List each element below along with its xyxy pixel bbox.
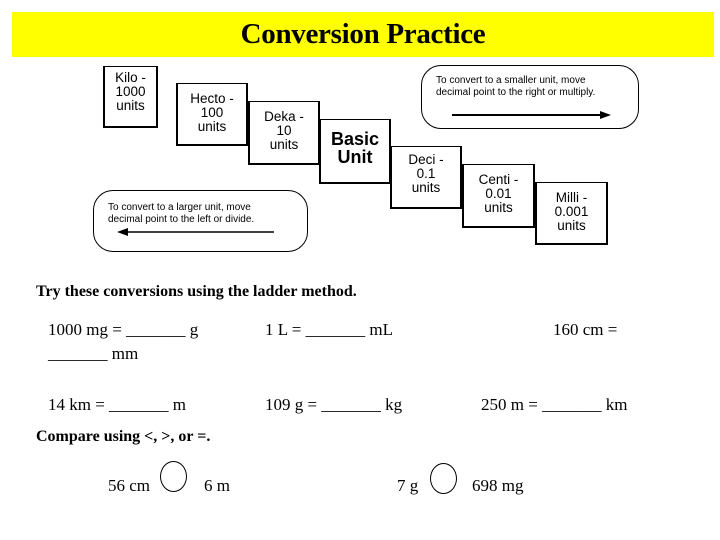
compare-right-value: 698 mg — [472, 476, 524, 495]
ladder-step-basic-unit: Basic Unit — [319, 119, 391, 184]
problem-g-to-kg: 109 g = _______ kg — [265, 395, 403, 414]
ladder-step-centi: Centi - 0.01 units — [462, 164, 535, 228]
problem-m-to-km: 250 m = _______ km — [481, 395, 628, 414]
arrow-right-icon — [452, 111, 611, 119]
problem-mg-to-g: 1000 mg = _______ g — [48, 320, 199, 339]
step-unit: units — [411, 180, 441, 195]
step-value: Unit — [337, 147, 373, 167]
step-prefix: Kilo - — [115, 70, 146, 85]
note-larger-unit: To convert to a larger unit, move decima… — [93, 190, 308, 252]
step-value: 0.001 — [554, 204, 589, 219]
step-prefix: Deka - — [264, 109, 304, 124]
conversions-heading: Try these conversions using the ladder m… — [36, 283, 357, 300]
arrow-left-icon — [117, 228, 274, 236]
compare-left-value: 56 cm — [108, 476, 151, 495]
note-line: decimal point to the right or multiply. — [436, 87, 596, 98]
note-smaller-unit: To convert to a smaller unit, move decim… — [421, 65, 639, 129]
problem-km-to-m: 14 km = _______ m — [48, 395, 187, 414]
note-line: To convert to a smaller unit, move — [436, 75, 586, 86]
compare-heading: Compare using <, >, or =. — [36, 428, 211, 445]
step-prefix: Basic — [330, 129, 380, 149]
compare-left-value: 7 g — [397, 476, 419, 495]
step-prefix: Hecto - — [190, 91, 234, 106]
step-unit: units — [557, 218, 586, 233]
step-value: 100 — [200, 105, 224, 120]
problem-cm-to-mm-answer: _______ mm — [48, 344, 139, 363]
step-prefix: Centi - — [478, 172, 519, 187]
step-unit: units — [484, 200, 513, 215]
step-unit: units — [116, 98, 145, 113]
ladder-step-milli: Milli - 0.001 units — [535, 182, 608, 245]
step-value: 0.1 — [416, 166, 436, 181]
compare-right-value: 6 m — [204, 476, 230, 495]
problem-l-to-ml: 1 L = _______ mL — [265, 320, 393, 339]
answer-circle[interactable] — [160, 461, 187, 492]
step-prefix: Milli - — [555, 190, 588, 205]
ladder-step-deci: Deci - 0.1 units — [390, 146, 462, 209]
problem-cm-to-mm: 160 cm = — [553, 320, 618, 339]
page-title: Conversion Practice — [240, 18, 486, 50]
step-value: 10 — [276, 123, 292, 138]
step-prefix: Deci - — [408, 152, 444, 167]
note-line: To convert to a larger unit, move — [108, 202, 251, 213]
step-unit: units — [269, 137, 299, 152]
ladder-step-hecto: Hecto - 100 units — [176, 83, 248, 146]
note-line: decimal point to the left or divide. — [108, 214, 255, 225]
step-value: 0.01 — [485, 186, 512, 201]
step-value: 1000 — [115, 84, 146, 99]
note-smaller-text: To convert to a smaller unit, move decim… — [436, 75, 595, 99]
ladder-step-kilo: Kilo - 1000 units — [103, 66, 158, 128]
title-banner: Conversion Practice — [12, 12, 714, 57]
ladder-step-deka: Deka - 10 units — [248, 101, 320, 165]
answer-circle[interactable] — [430, 463, 457, 494]
note-larger-text: To convert to a larger unit, move decima… — [108, 202, 254, 226]
step-unit: units — [197, 119, 227, 134]
